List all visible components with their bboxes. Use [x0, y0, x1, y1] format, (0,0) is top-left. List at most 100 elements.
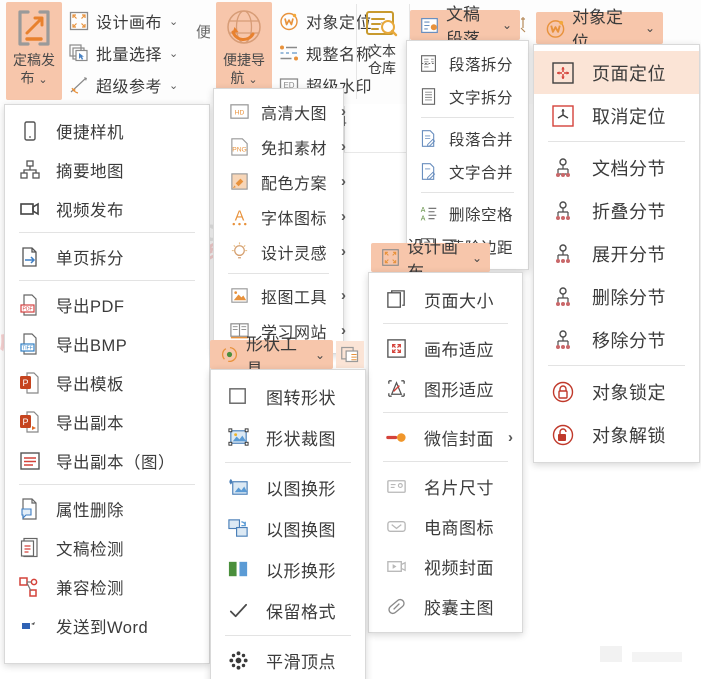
- chevron-down-icon: ⌄: [169, 15, 179, 28]
- nav-button[interactable]: 便捷导 航 ⌄: [216, 2, 272, 100]
- menu-item-page-split[interactable]: 单页拆分: [5, 237, 209, 276]
- menu-item-label: 文字合并: [449, 164, 514, 182]
- chevron-down-icon: ⌄: [169, 79, 179, 92]
- menu-item-capsule-image[interactable]: 胶囊主图: [369, 586, 522, 626]
- menu-item-text-merge[interactable]: 文字合并: [407, 155, 528, 188]
- menu-item-png-material[interactable]: PNG 免扣素材 ›: [214, 129, 346, 164]
- menu-item-label: 名片尺寸: [424, 478, 494, 498]
- menu-separator: [383, 461, 508, 462]
- chevron-right-icon: ›: [341, 322, 347, 339]
- menu-item-label: 图转形状: [266, 389, 336, 408]
- stack-panel-button[interactable]: [336, 341, 364, 368]
- menu-item-canvas-fit[interactable]: 画布适应: [369, 328, 522, 368]
- publish-icon: [14, 6, 54, 50]
- menu-item-expand-section[interactable]: 展开分节: [534, 232, 699, 275]
- object-lock-icon: [550, 379, 576, 405]
- batch-select-icon: [68, 42, 90, 64]
- menu-item-summary-map[interactable]: 摘要地图: [5, 150, 209, 189]
- menu-item-phone-mockup[interactable]: 便捷样机: [5, 111, 209, 150]
- paragraph-menu-header[interactable]: 文稿段落 ⌄: [410, 5, 520, 49]
- menu-separator: [421, 117, 514, 118]
- publish-button[interactable]: 定稿发 布 ⌄: [6, 2, 62, 100]
- menu-item-export-bmp[interactable]: TIFF 导出BMP: [5, 324, 209, 363]
- menu-item-video-publish[interactable]: 视频发布: [5, 189, 209, 228]
- menu-item-label: 文稿检测: [56, 540, 124, 559]
- menu-item-doc-section[interactable]: 文档分节: [534, 146, 699, 189]
- menu-item-paragraph-merge[interactable]: 段落合并: [407, 122, 528, 155]
- chevron-down-icon: ⌄: [248, 74, 258, 86]
- menu-item-remove-section[interactable]: 移除分节: [534, 318, 699, 361]
- menu-item-page-size[interactable]: 页面大小: [369, 279, 522, 319]
- delete-section-icon: [550, 284, 576, 310]
- text-warehouse-button[interactable]: 文本 仓库: [360, 8, 404, 77]
- menu-item-image-to-shape[interactable]: 图转形状: [211, 376, 365, 417]
- menu-item-object-lock[interactable]: 对象锁定: [534, 370, 699, 413]
- shape-menu-header[interactable]: 形状工具 ⌄: [210, 335, 333, 379]
- shape-fit-icon: [383, 375, 409, 401]
- menu-canvas[interactable]: 页面大小 画布适应 图形适应 微信封面 › 名片尺寸 电商图标 视频封面 胶囊主…: [368, 272, 523, 633]
- menu-item-cancel-locate[interactable]: 取消定位: [534, 94, 699, 137]
- menu-item-document-check[interactable]: 文稿检测: [5, 528, 209, 567]
- menu-item-image-replace-shape[interactable]: 以图换形: [211, 467, 365, 508]
- menu-item-export-pdf[interactable]: PDF 导出PDF: [5, 285, 209, 324]
- ribbon-item-design-canvas[interactable]: 设计画布 ⌄: [68, 6, 178, 36]
- menu-item-text-split[interactable]: 文字拆分: [407, 80, 528, 113]
- menu-item-collapse-section[interactable]: 折叠分节: [534, 189, 699, 232]
- menu-item-shape-fit[interactable]: 图形适应: [369, 368, 522, 408]
- menu-item-business-card[interactable]: 名片尺寸: [369, 466, 522, 506]
- canvas-menu-header[interactable]: 设计画布 ⌄: [371, 238, 490, 282]
- menu-item-label: 发送到Word: [56, 618, 149, 637]
- menu-item-label: 形状裁图: [266, 430, 336, 449]
- ribbon-item-super-reference[interactable]: 超级参考 ⌄: [68, 70, 178, 100]
- menu-item-smooth-vertex[interactable]: 平滑顶点: [211, 640, 365, 679]
- menu-item-send-to-word[interactable]: 发送到Word: [5, 606, 209, 645]
- menu-item-hd-image[interactable]: HD 高清大图 ›: [214, 94, 346, 129]
- document-check-icon: [17, 535, 43, 561]
- menu-item-object-unlock[interactable]: 对象解锁: [534, 413, 699, 456]
- menu-item-export-template[interactable]: P 导出模板: [5, 363, 209, 402]
- menu-shape[interactable]: 图转形状 形状裁图 以图换形 以图换图 以形换形 保留格式 平滑顶点: [210, 369, 366, 679]
- menu-nav[interactable]: HD 高清大图 › PNG 免扣素材 › 配色方案 › A 字体图标 › 设计灵…: [213, 88, 347, 354]
- menu-item-page-locate[interactable]: 页面定位: [534, 51, 699, 94]
- remove-space-icon: AA: [417, 203, 439, 225]
- menu-item-shape-crop[interactable]: 形状裁图: [211, 417, 365, 458]
- menu-item-image-replace-image[interactable]: 以图换图: [211, 508, 365, 549]
- menu-item-compat-check[interactable]: 兼容检测: [5, 567, 209, 606]
- menu-item-label: 胶囊主图: [424, 598, 494, 618]
- menu-item-color-scheme[interactable]: 配色方案 ›: [214, 164, 347, 199]
- menu-item-font-icon[interactable]: A 字体图标 ›: [214, 199, 346, 234]
- export-bmp-icon: TIFF: [17, 331, 43, 357]
- shape-replace-shape-icon: [225, 557, 251, 583]
- menu-item-label: 文档分节: [592, 158, 666, 179]
- menu-item-keep-format[interactable]: 保留格式: [211, 590, 365, 631]
- menu-item-video-cover[interactable]: 视频封面: [369, 546, 522, 586]
- menu-item-property-delete[interactable]: 属性删除: [5, 489, 209, 528]
- menu-item-shape-replace-shape[interactable]: 以形换形: [211, 549, 365, 590]
- ribbon-item-normalize-name[interactable]: 规整名称: [278, 38, 372, 68]
- svg-text:A: A: [420, 207, 425, 214]
- expand-section-icon: [550, 241, 576, 267]
- menu-item-cutout-tool[interactable]: 抠图工具 ›: [214, 278, 346, 313]
- object-locate-menu-header[interactable]: 对象定位 ⌄: [536, 8, 663, 52]
- menu-item-export-copy-image[interactable]: 导出副本（图）: [5, 441, 209, 480]
- menu-item-export-copy[interactable]: P 导出副本: [5, 402, 209, 441]
- menu-publish[interactable]: 便捷样机 摘要地图 视频发布 单页拆分 PDF 导出PDF TIFF 导出BMP…: [4, 104, 210, 664]
- chevron-right-icon: ›: [341, 173, 347, 190]
- menu-item-remove-space[interactable]: AA 删除空格: [407, 197, 528, 230]
- menu-separator: [383, 323, 508, 324]
- shape-tool-icon: [218, 344, 240, 366]
- menu-item-label: 导出PDF: [56, 297, 125, 316]
- doc-section-icon: [550, 155, 576, 181]
- menu-item-label: 导出BMP: [56, 336, 128, 355]
- menu-item-design-inspiration[interactable]: 设计灵感 ›: [214, 234, 346, 269]
- menu-object-locate[interactable]: 页面定位 取消定位 文档分节 折叠分节 展开分节 删除分节 移除分节 对象锁定 …: [533, 44, 700, 463]
- menu-item-delete-section[interactable]: 删除分节: [534, 275, 699, 318]
- ribbon-item-batch-select[interactable]: 批量选择 ⌄: [68, 38, 178, 68]
- menu-item-label: 图形适应: [424, 380, 494, 400]
- menu-item-label: 以形换形: [266, 562, 336, 581]
- menu-item-wechat-cover[interactable]: 微信封面 ›: [369, 417, 522, 457]
- menu-item-label: 移除分节: [592, 330, 666, 351]
- page-split-icon: [17, 244, 43, 270]
- menu-item-ecommerce[interactable]: 电商图标: [369, 506, 522, 546]
- menu-item-paragraph-split[interactable]: 段落拆分: [407, 47, 528, 80]
